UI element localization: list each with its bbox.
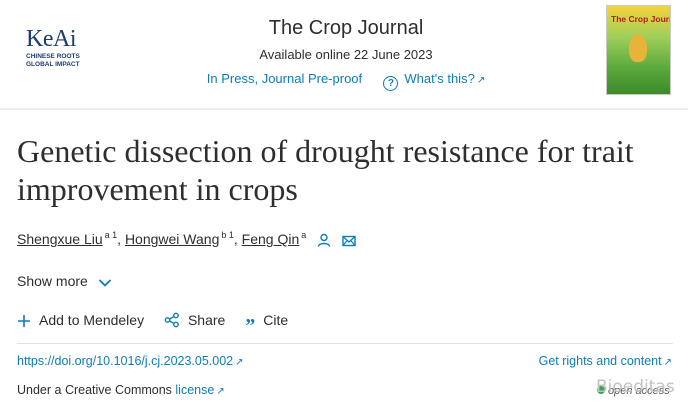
article-title: Genetic dissection of drought resistance…: [17, 133, 634, 207]
license-prefix: Under a Creative Commons: [17, 383, 172, 397]
keai-logo[interactable]: KeAi CHINESE ROOTS GLOBAL IMPACT: [26, 27, 92, 68]
doi-link[interactable]: https://doi.org/10.1016/j.cj.2023.05.002…: [17, 354, 244, 368]
whats-this-label: What's this?: [404, 71, 475, 86]
external-link-icon: ↗: [216, 386, 225, 397]
header-divider: [0, 108, 688, 110]
chevron-down-icon: [98, 279, 111, 287]
author-affiliation-sup[interactable]: a 1: [105, 230, 118, 240]
person-icon[interactable]: [317, 233, 331, 250]
author-link-liu[interactable]: Shengxue Liu: [17, 231, 103, 247]
quote-icon: ”: [245, 315, 256, 337]
license-link-text: license: [175, 383, 215, 397]
whats-this-link[interactable]: ? What's this? ↗: [383, 71, 486, 91]
cover-title-text: The Crop Journal: [611, 14, 670, 24]
journal-cover-image[interactable]: The Crop Journal: [606, 5, 671, 95]
logo-wordmark: KeAi: [26, 26, 76, 52]
author-name: Shengxue Liu: [17, 231, 103, 247]
get-rights-link[interactable]: Get rights and content ↗: [539, 354, 672, 368]
author-affiliation-sup[interactable]: b 1: [221, 230, 234, 240]
share-icon: [164, 312, 179, 328]
show-more-button[interactable]: Show more: [17, 273, 112, 289]
mail-icon[interactable]: [342, 234, 356, 250]
author-affiliation-sup[interactable]: a: [301, 230, 306, 240]
status-row: In Press, Journal Pre-proof ? What's this…: [196, 71, 496, 91]
share-button[interactable]: Share: [164, 312, 225, 328]
watermark-text: Bioeditas: [596, 377, 675, 397]
available-online-date: Available online 22 June 2023: [259, 47, 433, 62]
external-link-icon: ↗: [235, 357, 244, 368]
actions-divider: [17, 343, 673, 344]
external-link-icon: ↗: [663, 357, 672, 368]
author-link-qin[interactable]: Feng Qin: [242, 231, 300, 247]
external-link-icon: ↗: [476, 75, 486, 86]
author-link-wang[interactable]: Hongwei Wang: [125, 231, 219, 247]
journal-info: The Crop Journal Available online 22 Jun…: [196, 14, 496, 91]
journal-preproof-link[interactable]: In Press, Journal Pre-proof: [207, 71, 362, 86]
share-label: Share: [187, 312, 226, 328]
author-list: Shengxue Liu a 1, Hongwei Wang b 1, Feng Q…: [17, 230, 356, 250]
license-row: Under a Creative Commons license ↗: [17, 383, 225, 397]
journal-header: KeAi CHINESE ROOTS GLOBAL IMPACT The Cro…: [0, 0, 688, 100]
author-name: Feng Qin: [241, 231, 300, 247]
license-link[interactable]: license ↗: [175, 383, 224, 397]
doi-text: https://doi.org/10.1016/j.cj.2023.05.002: [17, 354, 234, 368]
logo-tagline-2: GLOBAL IMPACT: [26, 60, 80, 68]
article-actions: Add to Mendeley Share ” Cite: [17, 312, 304, 337]
journal-title-link[interactable]: The Crop Journal: [196, 14, 496, 42]
show-more-label: Show more: [17, 273, 88, 289]
question-circle-icon: ?: [383, 76, 399, 91]
logo-tagline-1: CHINESE ROOTS: [26, 53, 80, 60]
cite-label: Cite: [263, 312, 289, 328]
add-to-mendeley-button[interactable]: Add to Mendeley: [17, 312, 144, 328]
author-name: Hongwei Wang: [124, 231, 220, 247]
cover-illustration: [629, 34, 647, 62]
plus-icon: [18, 315, 30, 327]
rights-text: Get rights and content: [538, 354, 662, 368]
mendeley-label: Add to Mendeley: [39, 312, 145, 328]
cite-button[interactable]: ” Cite: [245, 312, 289, 337]
